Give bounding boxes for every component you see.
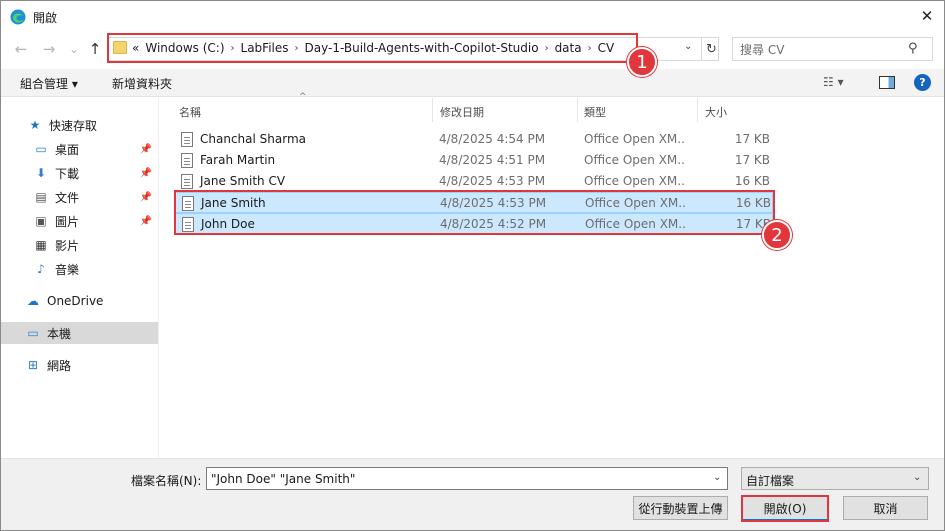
sidebar-item-label: 本機 bbox=[47, 326, 72, 341]
window-title: 開啟 bbox=[33, 11, 58, 25]
filename-value: "John Doe" "Jane Smith" bbox=[211, 472, 356, 486]
column-header-size[interactable]: 大小 bbox=[705, 104, 727, 120]
file-name: Chanchal Sharma bbox=[200, 132, 306, 146]
column-divider[interactable] bbox=[432, 98, 433, 122]
file-list-header: 名稱 修改日期 類型 大小 bbox=[173, 98, 773, 122]
search-icon[interactable]: ⚲ bbox=[908, 41, 918, 56]
preview-pane-icon[interactable] bbox=[879, 76, 895, 89]
selection-highlight-box bbox=[174, 190, 775, 235]
document-icon: ▤ bbox=[35, 190, 47, 204]
network-icon: ⊞ bbox=[27, 358, 39, 372]
step-callout-1: 1 bbox=[627, 47, 657, 77]
word-document-icon bbox=[181, 132, 193, 147]
column-divider[interactable] bbox=[697, 98, 698, 122]
sidebar-item-label: 快速存取 bbox=[49, 118, 98, 133]
file-row-jane-smith-cv[interactable]: Jane Smith CV 4/8/2025 4:53 PM Office Op… bbox=[175, 171, 773, 192]
word-document-icon bbox=[181, 174, 193, 189]
forward-arrow-icon[interactable]: → bbox=[40, 40, 58, 58]
new-folder-button[interactable]: 新增資料夾 bbox=[112, 75, 172, 92]
open-file-dialog: 開啟 ✕ ← → ⌄ ↑ « Windows (C:) › LabFiles ›… bbox=[0, 0, 945, 531]
file-date: 4/8/2025 4:53 PM bbox=[439, 174, 546, 188]
column-header-type[interactable]: 類型 bbox=[584, 104, 606, 120]
open-button-highlight-box bbox=[741, 495, 829, 522]
video-icon: ▦ bbox=[35, 238, 47, 252]
step-callout-2: 2 bbox=[762, 220, 792, 250]
organize-menu-button[interactable]: 組合管理 ▾ bbox=[20, 75, 78, 92]
star-icon: ★ bbox=[29, 118, 41, 132]
pin-icon: 📌 bbox=[139, 143, 152, 155]
word-document-icon bbox=[181, 153, 193, 168]
download-icon: ⬇ bbox=[35, 166, 47, 180]
help-icon[interactable]: ? bbox=[914, 74, 931, 91]
sidebar-item-pictures[interactable]: ▣ 圖片 📌 bbox=[1, 210, 158, 232]
sidebar-item-onedrive[interactable]: ☁ OneDrive bbox=[1, 290, 158, 312]
cancel-button[interactable]: 取消 bbox=[843, 496, 928, 520]
sidebar-item-label: 文件 bbox=[55, 190, 80, 205]
sidebar-item-desktop[interactable]: ▭ 桌面 📌 bbox=[1, 138, 158, 160]
sidebar-item-music[interactable]: ♪ 音樂 bbox=[1, 258, 158, 280]
file-type-dropdown-icon[interactable]: ⌄ bbox=[913, 472, 921, 483]
address-dropdown-icon[interactable]: ⌄ bbox=[684, 41, 692, 52]
sidebar-item-videos[interactable]: ▦ 影片 bbox=[1, 234, 158, 256]
refresh-icon[interactable]: ↻ bbox=[701, 38, 721, 60]
file-type: Office Open XM... bbox=[584, 153, 684, 167]
close-icon[interactable]: ✕ bbox=[910, 1, 944, 31]
sidebar-item-documents[interactable]: ▤ 文件 📌 bbox=[1, 186, 158, 208]
upload-from-mobile-button[interactable]: 從行動裝置上傳 bbox=[633, 496, 728, 520]
file-row-farah-martin[interactable]: Farah Martin 4/8/2025 4:51 PM Office Ope… bbox=[175, 150, 773, 171]
computer-icon: ▭ bbox=[27, 326, 39, 340]
up-arrow-icon[interactable]: ↑ bbox=[86, 40, 104, 58]
sidebar-item-label: OneDrive bbox=[47, 294, 104, 308]
sidebar-item-label: 影片 bbox=[55, 238, 80, 253]
file-name: Jane Smith CV bbox=[200, 174, 286, 188]
sidebar-item-label: 音樂 bbox=[55, 262, 80, 277]
sidebar-item-network[interactable]: ⊞ 網路 bbox=[1, 354, 158, 376]
music-icon: ♪ bbox=[37, 262, 45, 276]
sidebar-item-label: 網路 bbox=[47, 358, 72, 373]
sidebar-item-label: 下載 bbox=[55, 166, 80, 181]
edge-browser-icon bbox=[10, 9, 26, 25]
desktop-icon: ▭ bbox=[35, 142, 47, 156]
title-bar: 開啟 ✕ bbox=[1, 1, 944, 33]
file-type-value: 自訂檔案 bbox=[746, 474, 795, 488]
file-date: 4/8/2025 4:51 PM bbox=[439, 153, 546, 167]
sidebar-item-this-pc[interactable]: ▭ 本機 bbox=[1, 322, 158, 344]
sidebar-item-label: 桌面 bbox=[55, 142, 80, 157]
picture-icon: ▣ bbox=[35, 214, 47, 228]
cloud-icon: ☁ bbox=[27, 294, 39, 308]
sidebar-item-label: 圖片 bbox=[55, 214, 80, 229]
pin-icon: 📌 bbox=[139, 191, 152, 203]
filename-label: 檔案名稱(N): bbox=[131, 474, 202, 488]
column-divider[interactable] bbox=[577, 98, 578, 122]
file-type: Office Open XM... bbox=[584, 132, 684, 146]
view-options-icon[interactable]: ☷ ▾ bbox=[823, 75, 844, 89]
sidebar-item-downloads[interactable]: ⬇ 下載 📌 bbox=[1, 162, 158, 184]
recent-locations-chevron-icon[interactable]: ⌄ bbox=[65, 40, 83, 58]
file-type: Office Open XM... bbox=[584, 174, 684, 188]
pin-icon: 📌 bbox=[139, 167, 152, 179]
back-arrow-icon[interactable]: ← bbox=[12, 40, 30, 58]
file-size: 16 KB bbox=[734, 174, 770, 188]
column-header-name[interactable]: 名稱 bbox=[179, 104, 201, 120]
column-header-date[interactable]: 修改日期 bbox=[440, 104, 484, 120]
navigation-pane: ★ 快速存取 ▭ 桌面 📌 ⬇ 下載 📌 ▤ 文件 📌 ▣ 圖片 📌 ▦ 影片 bbox=[1, 98, 159, 458]
address-highlight-box bbox=[107, 33, 638, 63]
sidebar-item-quick-access[interactable]: ★ 快速存取 bbox=[1, 114, 158, 136]
filename-dropdown-icon[interactable]: ⌄ bbox=[713, 472, 721, 483]
pin-icon: 📌 bbox=[139, 215, 152, 227]
file-row-chanchal-sharma[interactable]: Chanchal Sharma 4/8/2025 4:54 PM Office … bbox=[175, 129, 773, 150]
file-size: 17 KB bbox=[734, 153, 770, 167]
file-size: 17 KB bbox=[734, 132, 770, 146]
file-name: Farah Martin bbox=[200, 153, 276, 167]
search-placeholder: 搜尋 CV bbox=[740, 43, 785, 57]
file-date: 4/8/2025 4:54 PM bbox=[439, 132, 546, 146]
